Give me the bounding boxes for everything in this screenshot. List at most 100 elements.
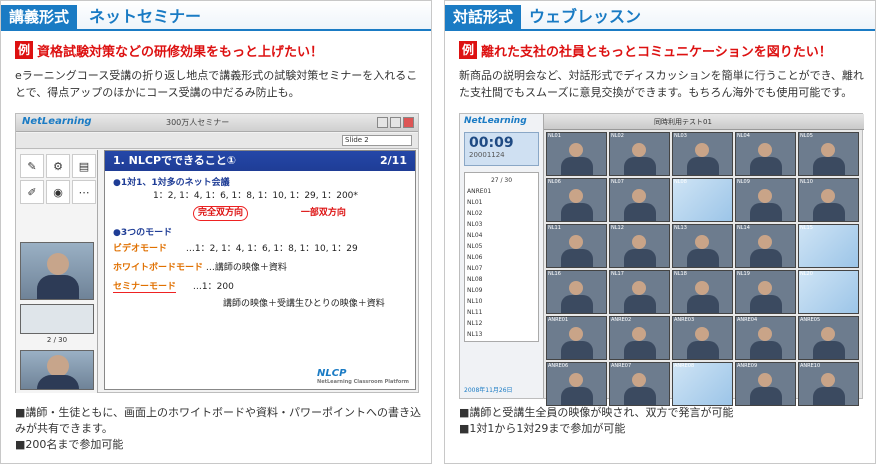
video-tile[interactable]: ANRE06 bbox=[546, 362, 607, 406]
video-tile-label: ANRE04 bbox=[737, 317, 758, 323]
list-item[interactable]: NL12 bbox=[467, 318, 536, 329]
list-item[interactable]: NL07 bbox=[467, 263, 536, 274]
close-button[interactable] bbox=[403, 117, 414, 128]
video-tile[interactable]: NL07 bbox=[609, 178, 670, 222]
video-tile[interactable]: ANRE09 bbox=[735, 362, 796, 406]
video-tile-label: NL03 bbox=[674, 133, 687, 139]
participant-body bbox=[813, 203, 845, 221]
video-tile[interactable]: ANRE04 bbox=[735, 316, 796, 360]
video-tile-label: ANRE06 bbox=[548, 363, 569, 369]
video-tile-label: NL12 bbox=[611, 225, 624, 231]
video-tile[interactable]: NL03 bbox=[672, 132, 733, 176]
video-tile[interactable]: ANRE02 bbox=[609, 316, 670, 360]
video-tile[interactable]: NL17 bbox=[609, 270, 670, 314]
video-tile-label: ANRE08 bbox=[674, 363, 695, 369]
video-tile-label: NL16 bbox=[548, 271, 561, 277]
video-tile[interactable]: NL20 bbox=[798, 270, 859, 314]
video-tile[interactable]: ANRE10 bbox=[798, 362, 859, 406]
participant-face bbox=[758, 143, 772, 157]
memo-icon: ✐ bbox=[27, 185, 37, 199]
side-panel: ✎ ⚙ ▤ ✐ ◉ ⋯ 2 / 30 bbox=[16, 150, 98, 393]
list-item[interactable]: NL11 bbox=[467, 307, 536, 318]
slide-logo: NLCP NetLearning Classroom Platform bbox=[317, 368, 409, 385]
list-item[interactable]: NL13 bbox=[467, 329, 536, 340]
list-item[interactable]: NL03 bbox=[467, 219, 536, 230]
participant-list[interactable]: 27 / 30 ANRE01 NL01 NL02 NL03 NL04 NL05 … bbox=[464, 172, 539, 342]
video-tile[interactable]: NL16 bbox=[546, 270, 607, 314]
video-tile[interactable]: NL10 bbox=[798, 178, 859, 222]
window-titlebar: NetLearning 300万人セミナー bbox=[16, 114, 418, 132]
video-tile-label: ANRE09 bbox=[737, 363, 758, 369]
list-item[interactable]: NL08 bbox=[467, 274, 536, 285]
participant-body bbox=[561, 249, 593, 267]
participant-face bbox=[569, 327, 583, 341]
video-tile[interactable]: NL06 bbox=[546, 178, 607, 222]
participant-face bbox=[632, 281, 646, 295]
video-tile[interactable]: NL11 bbox=[546, 224, 607, 268]
mode-value: …1：200 bbox=[192, 282, 234, 292]
note-line: ■1対1から1対29まで参加が可能 bbox=[459, 422, 626, 435]
screenshot-weblesson: NetLearning 00:09 20001124 27 / 30 ANRE0… bbox=[459, 113, 864, 406]
participant-face bbox=[821, 143, 835, 157]
tool-button[interactable]: ◉ bbox=[46, 180, 70, 204]
list-item[interactable]: ANRE01 bbox=[467, 186, 536, 197]
example-row: 例 離れた支社の社員ともっとコミュニケーションを図りたい！ bbox=[459, 41, 832, 60]
participant-face bbox=[695, 143, 709, 157]
app-logo: NetLearning bbox=[22, 116, 92, 127]
video-tile[interactable]: NL13 bbox=[672, 224, 733, 268]
video-tile[interactable]: NL04 bbox=[735, 132, 796, 176]
tool-button[interactable]: ✎ bbox=[20, 154, 44, 178]
video-tile[interactable]: NL18 bbox=[672, 270, 733, 314]
list-item[interactable]: NL05 bbox=[467, 241, 536, 252]
video-tile[interactable]: NL15 bbox=[798, 224, 859, 268]
participant-body bbox=[813, 387, 845, 405]
slide-page: 2/11 bbox=[380, 154, 407, 167]
video-tile[interactable]: NL01 bbox=[546, 132, 607, 176]
participant-face bbox=[695, 327, 709, 341]
panel-header: 対話形式 ウェブレッスン bbox=[445, 1, 875, 31]
video-tile[interactable]: NL14 bbox=[735, 224, 796, 268]
participant-body bbox=[561, 341, 593, 359]
video-tile[interactable]: NL05 bbox=[798, 132, 859, 176]
video-tile[interactable]: NL09 bbox=[735, 178, 796, 222]
slide-header: 1. NLCPでできること① 2/11 bbox=[105, 151, 415, 171]
video-tile[interactable]: NL02 bbox=[609, 132, 670, 176]
tool-button[interactable]: ✐ bbox=[20, 180, 44, 204]
video-tile[interactable]: ANRE07 bbox=[609, 362, 670, 406]
tool-button[interactable]: ▤ bbox=[72, 154, 96, 178]
list-item[interactable]: NL09 bbox=[467, 285, 536, 296]
video-tile[interactable]: ANRE03 bbox=[672, 316, 733, 360]
list-item[interactable]: NL06 bbox=[467, 252, 536, 263]
format-tag: 講義形式 bbox=[1, 5, 78, 29]
video-tile[interactable]: NL19 bbox=[735, 270, 796, 314]
list-item[interactable]: NL10 bbox=[467, 296, 536, 307]
video-tile[interactable]: ANRE08 bbox=[672, 362, 733, 406]
list-item[interactable]: NL01 bbox=[467, 197, 536, 208]
tool-button[interactable]: ⚙ bbox=[46, 154, 70, 178]
panel-lecture: 講義形式 ネットセミナー 例 資格試験対策などの研修効果をもっと上げたい！ eラ… bbox=[0, 0, 432, 464]
video-tile[interactable]: NL12 bbox=[609, 224, 670, 268]
participant-count: 2 / 30 bbox=[46, 336, 68, 344]
video-tile[interactable]: NL08 bbox=[672, 178, 733, 222]
minimize-button[interactable] bbox=[377, 117, 388, 128]
participant-face bbox=[821, 327, 835, 341]
list-item[interactable]: NL02 bbox=[467, 208, 536, 219]
maximize-button[interactable] bbox=[390, 117, 401, 128]
participant-body bbox=[813, 341, 845, 359]
participant-face bbox=[758, 327, 772, 341]
panel-subtitle: ネットセミナー bbox=[89, 7, 202, 26]
video-tile[interactable]: ANRE05 bbox=[798, 316, 859, 360]
slide-select[interactable]: Slide 2 bbox=[342, 135, 412, 146]
participant-body bbox=[561, 157, 593, 175]
tool-button[interactable]: ⋯ bbox=[72, 180, 96, 204]
video-tile-label: NL10 bbox=[800, 179, 813, 185]
video-tile-label: NL20 bbox=[800, 271, 813, 277]
panel-dialogue: 対話形式 ウェブレッスン 例 離れた支社の社員ともっとコミュニケーションを図りた… bbox=[444, 0, 876, 464]
mode-value: …講師の映像＋資料 bbox=[205, 263, 287, 273]
video-grid: NL01 NL02 NL03 NL04 NL05 NL06 NL07 NL08 NL09 NL10… bbox=[546, 132, 862, 406]
video-tile[interactable]: ANRE01 bbox=[546, 316, 607, 360]
participant-body bbox=[624, 387, 656, 405]
video-teacher bbox=[20, 242, 94, 300]
list-item[interactable]: NL04 bbox=[467, 230, 536, 241]
example-title: 資格試験対策などの研修効果をもっと上げたい！ bbox=[37, 44, 324, 60]
